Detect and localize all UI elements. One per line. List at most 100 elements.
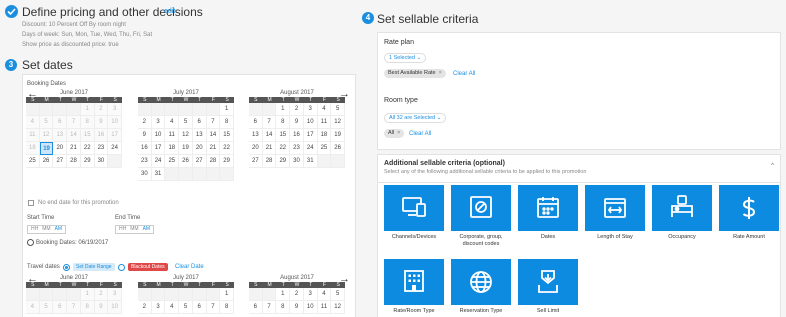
- calendar-day[interactable]: 7: [206, 116, 221, 129]
- calendar-day[interactable]: 5: [179, 116, 193, 129]
- calendar-day[interactable]: 23: [290, 142, 304, 155]
- calendar-day[interactable]: 28: [206, 155, 221, 168]
- calendar-day[interactable]: 21: [67, 142, 81, 155]
- length-of-stay-icon[interactable]: [585, 185, 645, 231]
- calendar-day[interactable]: 25: [26, 155, 40, 168]
- calendar-day[interactable]: 2: [290, 288, 304, 301]
- room-type-clear-all[interactable]: Clear All: [409, 131, 431, 137]
- calendar-day[interactable]: 29: [80, 155, 95, 168]
- criteria-card[interactable]: Channels/Devices: [384, 185, 444, 241]
- calendar-day[interactable]: 20: [249, 142, 263, 155]
- criteria-card[interactable]: Dates: [518, 185, 578, 241]
- calendar-day[interactable]: 29: [276, 155, 291, 168]
- calendar-day[interactable]: 2: [138, 301, 152, 314]
- calendar-day[interactable]: 5: [331, 288, 345, 301]
- calendar-day[interactable]: 30: [94, 155, 109, 168]
- calendar-day[interactable]: 1: [276, 103, 291, 116]
- devices-icon[interactable]: [384, 185, 444, 231]
- calendar-day[interactable]: 18: [165, 142, 180, 155]
- calendar-day[interactable]: 8: [220, 301, 234, 314]
- calendar-day[interactable]: 24: [108, 142, 122, 155]
- calendar-day[interactable]: 10: [151, 129, 166, 142]
- dollar-icon[interactable]: [719, 185, 779, 231]
- calendar-day[interactable]: 4: [165, 116, 180, 129]
- calendar-day[interactable]: 11: [317, 116, 332, 129]
- calendar-day[interactable]: 27: [249, 155, 263, 168]
- rate-plan-clear-all[interactable]: Clear All: [453, 71, 475, 77]
- calendar-day[interactable]: 16: [138, 142, 152, 155]
- calendar-day[interactable]: 27: [53, 155, 68, 168]
- set-date-range-pill[interactable]: Set Date Range: [73, 263, 115, 271]
- calendar-day[interactable]: 12: [331, 301, 345, 314]
- calendar-day[interactable]: 19: [39, 142, 54, 155]
- set-date-range-radio[interactable]: [63, 264, 70, 271]
- step1-edit-link[interactable]: edit: [164, 8, 175, 15]
- end-time-input[interactable]: HH MM AM: [115, 225, 155, 234]
- calendar-day[interactable]: 9: [290, 301, 304, 314]
- calendar-day[interactable]: 4: [165, 301, 180, 314]
- calendar-day[interactable]: 4: [317, 288, 332, 301]
- calendar-day[interactable]: 10: [303, 116, 318, 129]
- end-time-ampm[interactable]: AM: [143, 226, 151, 233]
- criteria-card[interactable]: Length of Stay: [585, 185, 645, 241]
- calendar-icon[interactable]: [518, 185, 578, 231]
- calendar-day[interactable]: 27: [192, 155, 207, 168]
- calendar-day[interactable]: 1: [276, 288, 291, 301]
- calendar-day[interactable]: 8: [276, 301, 291, 314]
- calendar-day[interactable]: 19: [179, 142, 193, 155]
- calendar-day[interactable]: 31: [303, 155, 318, 168]
- calendar-day[interactable]: 11: [317, 301, 332, 314]
- calendar-day[interactable]: 17: [303, 129, 318, 142]
- calendar-day[interactable]: 8: [276, 116, 291, 129]
- calendar-day[interactable]: 22: [220, 142, 234, 155]
- building-icon[interactable]: [384, 259, 444, 305]
- occupancy-icon[interactable]: [652, 185, 712, 231]
- calendar-day[interactable]: 25: [317, 142, 332, 155]
- criteria-card[interactable]: Occupancy: [652, 185, 712, 241]
- blackout-dates-pill[interactable]: Blackout Dates: [128, 263, 168, 271]
- calendar-day[interactable]: 1: [220, 288, 234, 301]
- calendar-day[interactable]: 16: [290, 129, 304, 142]
- sell-limit-icon[interactable]: [518, 259, 578, 305]
- no-code-icon[interactable]: [451, 185, 511, 231]
- calendar-day[interactable]: 12: [331, 116, 345, 129]
- calendar-day[interactable]: 5: [179, 301, 193, 314]
- calendar-day[interactable]: 18: [317, 129, 332, 142]
- calendar-day[interactable]: 30: [138, 168, 152, 181]
- calendar-day[interactable]: 3: [151, 116, 166, 129]
- calendar-day[interactable]: 7: [262, 301, 277, 314]
- room-type-dropdown[interactable]: All 32 are Selected ⌄: [384, 113, 447, 123]
- calendar-day[interactable]: 29: [220, 155, 234, 168]
- calendar-day[interactable]: 23: [94, 142, 109, 155]
- calendar-day[interactable]: 23: [138, 155, 152, 168]
- calendar-day[interactable]: 26: [179, 155, 193, 168]
- calendar-day[interactable]: 30: [290, 155, 304, 168]
- calendar-day[interactable]: 3: [303, 103, 318, 116]
- calendar-day[interactable]: 21: [262, 142, 277, 155]
- calendar-day[interactable]: 12: [179, 129, 193, 142]
- calendar-day[interactable]: 24: [151, 155, 166, 168]
- calendar-day[interactable]: 7: [262, 116, 277, 129]
- calendar-day[interactable]: 15: [276, 129, 291, 142]
- remove-tag-icon[interactable]: ×: [397, 130, 400, 136]
- calendar-day[interactable]: 4: [317, 103, 332, 116]
- calendar-day[interactable]: 28: [262, 155, 277, 168]
- calendar-day[interactable]: 26: [331, 142, 345, 155]
- calendar-day[interactable]: 28: [67, 155, 81, 168]
- no-end-date-checkbox[interactable]: [28, 200, 34, 206]
- calendar-day[interactable]: 3: [151, 301, 166, 314]
- calendar-day[interactable]: 9: [138, 129, 152, 142]
- criteria-card[interactable]: Rate Amount: [719, 185, 779, 241]
- criteria-card[interactable]: Sell Limit: [518, 259, 578, 315]
- remove-tag-icon[interactable]: ×: [439, 70, 442, 76]
- start-time-input[interactable]: HH MM AM: [27, 225, 67, 234]
- calendar-day[interactable]: 21: [206, 142, 221, 155]
- calendar-day[interactable]: 5: [331, 103, 345, 116]
- calendar-day[interactable]: 15: [220, 129, 234, 142]
- calendar-day[interactable]: 2: [138, 116, 152, 129]
- calendar-day[interactable]: 8: [220, 116, 234, 129]
- calendar-day[interactable]: 22: [276, 142, 291, 155]
- calendar-day[interactable]: 3: [303, 288, 318, 301]
- calendar-day[interactable]: 9: [290, 116, 304, 129]
- calendar-day[interactable]: 20: [53, 142, 68, 155]
